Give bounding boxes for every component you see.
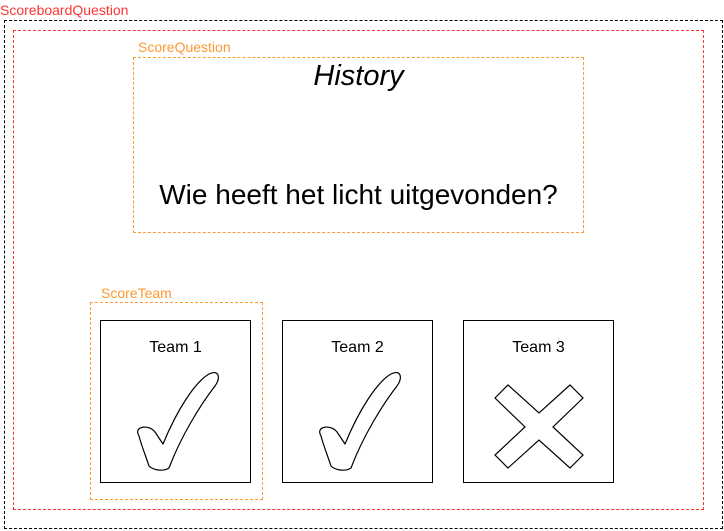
team-name: Team 2 bbox=[331, 339, 384, 356]
question-text: Wie heeft het licht uitgevonden? bbox=[159, 179, 558, 210]
team-card: Team 1 bbox=[100, 320, 251, 483]
question-category: History bbox=[313, 60, 404, 92]
score-team-label: ScoreTeam bbox=[101, 285, 172, 301]
team-name: Team 3 bbox=[512, 339, 565, 356]
checkmark-icon bbox=[137, 372, 219, 471]
scoreboard-question-label: ScoreboardQuestion bbox=[0, 2, 129, 18]
cross-icon bbox=[494, 384, 584, 469]
checkmark-icon bbox=[319, 372, 401, 471]
team-card: Team 3 bbox=[463, 320, 614, 483]
team-name: Team 1 bbox=[149, 339, 202, 356]
team-card: Team 2 bbox=[282, 320, 433, 483]
score-question-label: ScoreQuestion bbox=[138, 39, 231, 55]
